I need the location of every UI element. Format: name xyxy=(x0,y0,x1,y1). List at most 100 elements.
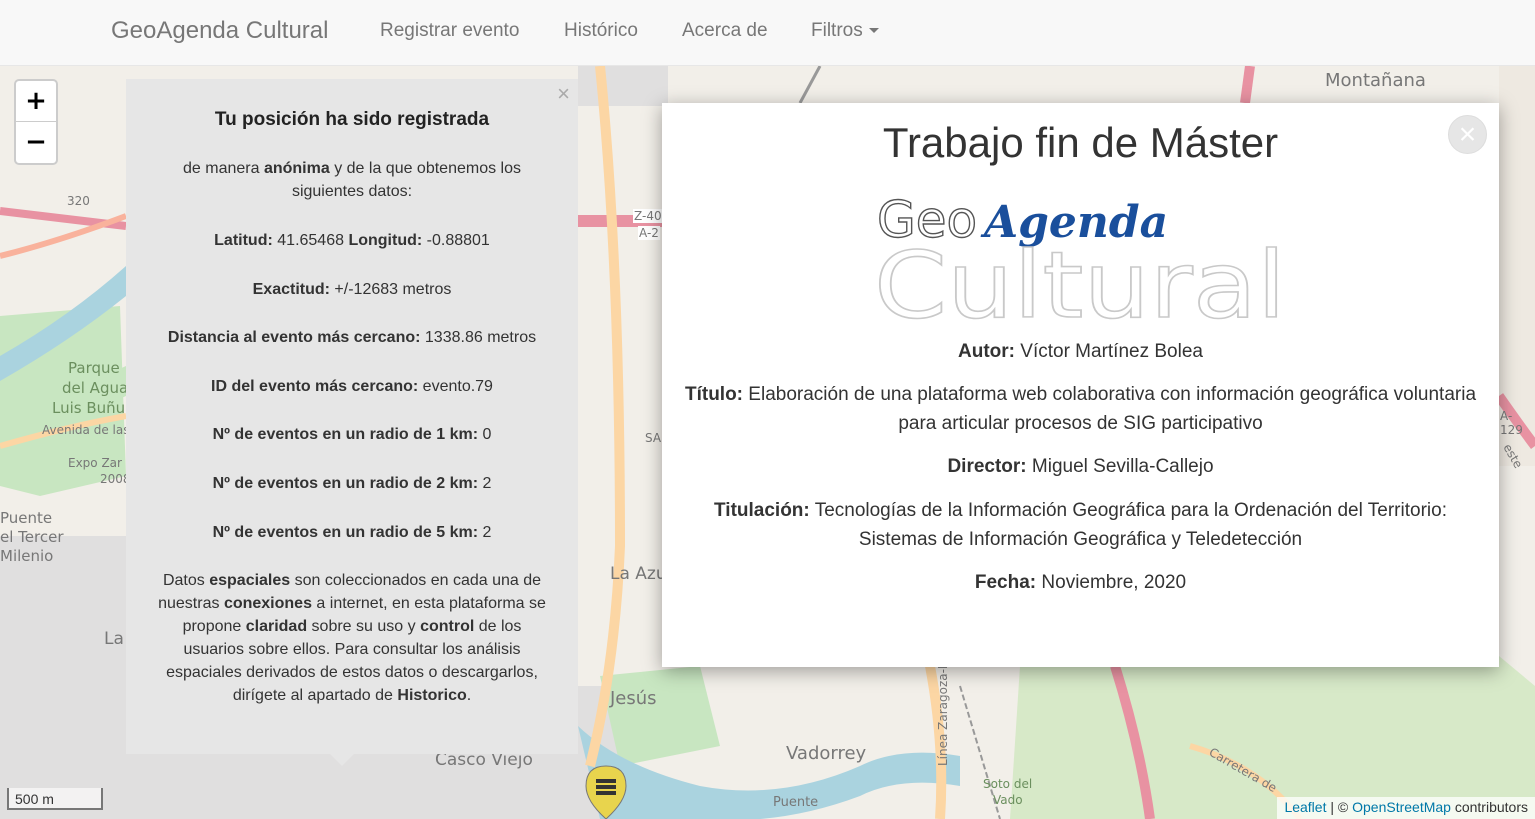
zoom-in-button[interactable]: + xyxy=(16,81,56,122)
position-popup: × Tu posición ha sido registrada de mane… xyxy=(126,79,578,766)
map-label: Puente xyxy=(773,795,819,810)
nav-acerca-de[interactable]: Acerca de xyxy=(682,20,768,42)
map-label: Puente xyxy=(0,509,53,527)
zoom-out-button[interactable]: − xyxy=(16,122,56,163)
radius-5km-row: Nº de eventos en un radio de 5 km: 2 xyxy=(150,521,554,544)
urban-area xyxy=(578,66,668,106)
distance-label: Distancia al evento más cercano: xyxy=(167,329,421,346)
para-text: . xyxy=(466,687,472,704)
intro-text: de manera xyxy=(183,160,260,177)
modal-close-button[interactable]: × xyxy=(1448,115,1487,154)
park xyxy=(1010,656,1535,819)
scale-bar: 500 m xyxy=(7,788,103,810)
para-bold: control xyxy=(420,618,475,635)
radius-label: Nº de eventos en un radio de 5 km: xyxy=(212,524,479,541)
nearest-id-row: ID del evento más cercano: evento.79 xyxy=(150,375,554,398)
map-label: Expo Zar xyxy=(68,456,122,470)
logo-cultural: Cultural xyxy=(874,232,1286,327)
popup-intro: de manera anónima y de la que obtenemos … xyxy=(150,157,554,203)
titulo-label: Título: xyxy=(684,384,744,405)
titulacion-value: Tecnologías de la Información Geográfica… xyxy=(814,500,1447,550)
accuracy-row: Exactitud: +/-12683 metros xyxy=(150,278,554,301)
popup-title: Tu posición ha sido registrada xyxy=(214,109,490,130)
popup-tip xyxy=(330,754,354,766)
attribution-sep: | © xyxy=(1326,799,1353,815)
fecha-value: Noviembre, 2020 xyxy=(1041,572,1187,593)
map-label: el Tercer xyxy=(0,528,64,546)
intro-bold: anónima xyxy=(263,160,330,177)
para-text: Datos xyxy=(162,572,205,589)
map-label: Línea Zaragoza-H xyxy=(936,659,951,767)
para-bold: espaciales xyxy=(209,572,291,589)
motorway xyxy=(1240,66,1255,104)
zoom-control: + − xyxy=(14,79,58,165)
map-label: Avenida de las xyxy=(42,423,130,437)
map-label: SA xyxy=(645,431,662,445)
attribution-contrib: contributors xyxy=(1450,799,1528,815)
lon-value: -0.88801 xyxy=(426,232,490,249)
para-bold: claridad xyxy=(245,618,308,635)
osm-link[interactable]: OpenStreetMap xyxy=(1352,799,1451,815)
autor-label: Autor: xyxy=(958,341,1015,362)
para-bold: Historico xyxy=(397,687,467,704)
map-label: 320 xyxy=(67,194,90,208)
lon-label: Longitud: xyxy=(348,232,423,249)
radius-label: Nº de eventos en un radio de 2 km: xyxy=(212,475,479,492)
lat-value: 41.65468 xyxy=(277,232,344,249)
popup-close-button[interactable]: × xyxy=(557,82,570,105)
radius-value: 2 xyxy=(482,524,492,541)
accuracy-label: Exactitud: xyxy=(252,281,330,298)
radius-value: 0 xyxy=(482,426,492,443)
nearest-id-label: ID del evento más cercano: xyxy=(211,378,419,395)
leaflet-link[interactable]: Leaflet xyxy=(1284,799,1326,815)
map-label: A-129 xyxy=(1500,409,1523,437)
director-label: Director: xyxy=(947,456,1027,477)
nav-registrar-evento[interactable]: Registrar evento xyxy=(380,20,519,42)
map-label: Vadorrey xyxy=(786,743,867,764)
map-label: Vado xyxy=(993,793,1023,807)
nav-historico[interactable]: Histórico xyxy=(564,20,638,42)
radius-1km-row: Nº de eventos en un radio de 1 km: 0 xyxy=(150,423,554,446)
titulacion-row: Titulación: Tecnologías de la Informació… xyxy=(692,496,1469,554)
distance-row: Distancia al evento más cercano: 1338.86… xyxy=(150,326,554,349)
map-label: Z-40 xyxy=(633,209,663,223)
distance-value: 1338.86 metros xyxy=(424,329,537,346)
geoagenda-logo: Geo Agenda Cultural xyxy=(873,190,1287,327)
nav-filtros-dropdown[interactable]: Filtros xyxy=(811,20,879,42)
filtros-label: Filtros xyxy=(811,20,863,41)
privacy-paragraph: Datos espaciales son coleccionados en ca… xyxy=(154,569,550,707)
about-modal: Trabajo fin de Máster × Geo Agenda Cultu… xyxy=(662,103,1499,667)
primary-road xyxy=(585,66,626,768)
lat-label: Latitud: xyxy=(214,232,273,249)
navbar: GeoAgenda Cultural Registrar evento Hist… xyxy=(0,0,1535,66)
autor-value: Víctor Martínez Bolea xyxy=(1020,341,1203,362)
map-label: A-2 xyxy=(638,226,660,240)
titulo-row: Título: Elaboración de una plataforma we… xyxy=(670,380,1491,438)
director-row: Director: Miguel Sevilla-Callejo xyxy=(662,452,1499,481)
radius-label: Nº de eventos en un radio de 1 km: xyxy=(212,426,479,443)
map-label: Parque xyxy=(68,359,120,377)
fecha-label: Fecha: xyxy=(974,572,1037,593)
modal-title: Trabajo fin de Máster xyxy=(882,119,1279,166)
map-label: Jesús xyxy=(610,688,657,709)
para-text: sobre su uso y xyxy=(311,618,416,635)
radius-2km-row: Nº de eventos en un radio de 2 km: 2 xyxy=(150,472,554,495)
map-label: del Agua xyxy=(62,379,129,397)
accuracy-value: +/-12683 metros xyxy=(334,281,452,298)
fecha-row: Fecha: Noviembre, 2020 xyxy=(662,568,1499,597)
map-label: La Azu xyxy=(610,564,667,584)
map-label: Luis Buñu xyxy=(52,399,126,417)
autor-row: Autor: Víctor Martínez Bolea xyxy=(662,337,1499,366)
map-label: Montañana xyxy=(1325,70,1426,91)
map-label: Milenio xyxy=(0,547,54,565)
director-value: Miguel Sevilla-Callejo xyxy=(1031,456,1214,477)
nearest-id-value: evento.79 xyxy=(422,378,493,395)
brand-link[interactable]: GeoAgenda Cultural xyxy=(111,17,328,45)
para-bold: conexiones xyxy=(223,595,312,612)
map-label: La xyxy=(104,629,124,649)
titulacion-label: Titulación: xyxy=(714,500,810,521)
radius-value: 2 xyxy=(482,475,492,492)
coordinates-row: Latitud: 41.65468 Longitud: -0.88801 xyxy=(150,229,554,252)
park xyxy=(600,666,720,766)
railway xyxy=(798,66,822,104)
